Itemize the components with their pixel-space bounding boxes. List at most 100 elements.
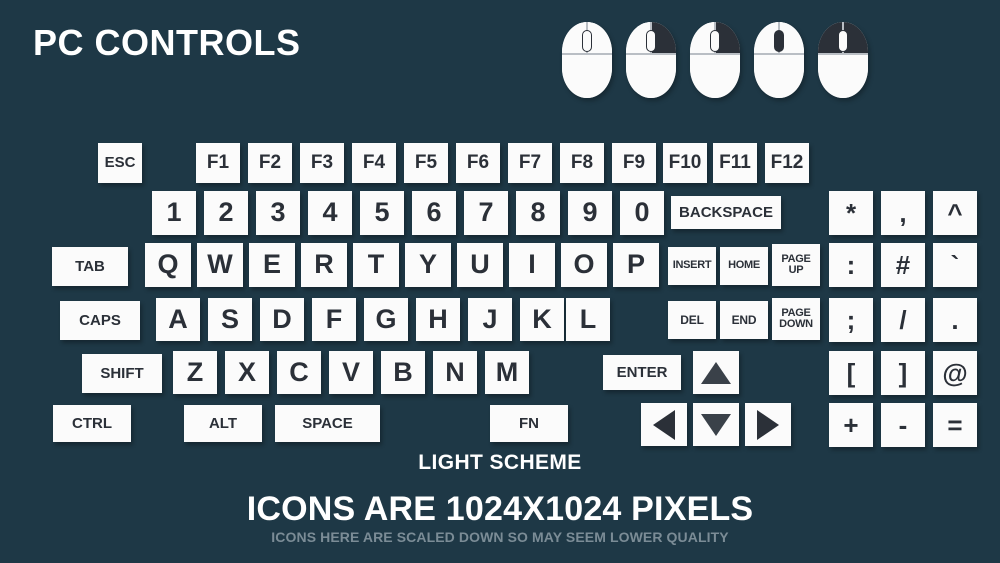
key-z[interactable]: Z bbox=[173, 351, 217, 394]
key-c[interactable]: C bbox=[277, 351, 321, 394]
key-arrow-left[interactable] bbox=[641, 403, 687, 446]
key-f1[interactable]: F1 bbox=[196, 143, 240, 183]
key-label: : bbox=[846, 249, 856, 280]
key-label: 1 bbox=[166, 197, 182, 228]
key-i[interactable]: I bbox=[509, 243, 555, 287]
key-home[interactable]: HOME bbox=[720, 247, 768, 285]
key-caps[interactable]: CAPS bbox=[60, 301, 140, 340]
key-4[interactable]: 4 bbox=[308, 191, 352, 235]
key-backspace[interactable]: BACKSPACE bbox=[671, 196, 781, 229]
key-label: F12 bbox=[770, 152, 804, 174]
key-y[interactable]: Y bbox=[405, 243, 451, 287]
key-2[interactable]: 2 bbox=[204, 191, 248, 235]
key-l[interactable]: L bbox=[566, 298, 610, 341]
key-plus[interactable]: + bbox=[829, 403, 873, 447]
key-arrow-down[interactable] bbox=[693, 403, 739, 446]
key-5[interactable]: 5 bbox=[360, 191, 404, 235]
key-slash[interactable]: / bbox=[881, 298, 925, 342]
key-f7[interactable]: F7 bbox=[508, 143, 552, 183]
key-a[interactable]: A bbox=[156, 298, 200, 341]
key-g[interactable]: G bbox=[364, 298, 408, 341]
key-space[interactable]: SPACE bbox=[275, 405, 380, 442]
key-page-up[interactable]: PAGE UP bbox=[772, 244, 820, 286]
scaling-note: ICONS HERE ARE SCALED DOWN SO MAY SEEM L… bbox=[271, 529, 729, 545]
key-insert[interactable]: INSERT bbox=[668, 247, 716, 285]
key-f9[interactable]: F9 bbox=[612, 143, 656, 183]
key-label: W bbox=[207, 249, 233, 280]
arrow-up-icon bbox=[701, 361, 731, 384]
key-q[interactable]: Q bbox=[145, 243, 191, 287]
key-x[interactable]: X bbox=[225, 351, 269, 394]
key-f10[interactable]: F10 bbox=[663, 143, 707, 183]
key-t[interactable]: T bbox=[353, 243, 399, 287]
key-9[interactable]: 9 bbox=[568, 191, 612, 235]
key-r[interactable]: R bbox=[301, 243, 347, 287]
key-equals[interactable]: = bbox=[933, 403, 977, 447]
key-e[interactable]: E bbox=[249, 243, 295, 287]
key-f2[interactable]: F2 bbox=[248, 143, 292, 183]
key-label: I bbox=[528, 249, 536, 280]
key-esc[interactable]: ESC bbox=[98, 143, 142, 183]
key-period[interactable]: . bbox=[933, 298, 977, 342]
key-fn[interactable]: FN bbox=[490, 405, 568, 442]
key-j[interactable]: J bbox=[468, 298, 512, 341]
key-label: X bbox=[237, 356, 256, 387]
key-d[interactable]: D bbox=[260, 298, 304, 341]
key-label: F8 bbox=[570, 152, 594, 174]
key-o[interactable]: O bbox=[561, 243, 607, 287]
key-m[interactable]: M bbox=[485, 351, 529, 394]
key-arrow-right[interactable] bbox=[745, 403, 791, 446]
key-del[interactable]: DEL bbox=[668, 301, 716, 339]
key-0[interactable]: 0 bbox=[620, 191, 664, 235]
key-backtick[interactable]: ` bbox=[933, 243, 977, 287]
mouse-divider bbox=[690, 53, 740, 55]
key-label: V bbox=[341, 356, 360, 387]
key-f[interactable]: F bbox=[312, 298, 356, 341]
key-s[interactable]: S bbox=[208, 298, 252, 341]
key-label: ` bbox=[950, 249, 960, 280]
key-comma[interactable]: , bbox=[881, 191, 925, 235]
key-b[interactable]: B bbox=[381, 351, 425, 394]
key-caret[interactable]: ^ bbox=[933, 191, 977, 235]
key-hash[interactable]: # bbox=[881, 243, 925, 287]
key-end[interactable]: END bbox=[720, 301, 768, 339]
key-arrow-up[interactable] bbox=[693, 351, 739, 394]
key-minus[interactable]: - bbox=[881, 403, 925, 447]
key-f3[interactable]: F3 bbox=[300, 143, 344, 183]
key-colon[interactable]: : bbox=[829, 243, 873, 287]
key-w[interactable]: W bbox=[197, 243, 243, 287]
key-semicolon[interactable]: ; bbox=[829, 298, 873, 342]
arrow-down-icon bbox=[701, 413, 731, 436]
key-alt[interactable]: ALT bbox=[184, 405, 262, 442]
key-k[interactable]: K bbox=[520, 298, 564, 341]
key-bracket-left[interactable]: [ bbox=[829, 351, 873, 395]
key-1[interactable]: 1 bbox=[152, 191, 196, 235]
key-page-down[interactable]: PAGE DOWN bbox=[772, 298, 820, 340]
key-p[interactable]: P bbox=[613, 243, 659, 287]
key-6[interactable]: 6 bbox=[412, 191, 456, 235]
key-ctrl[interactable]: CTRL bbox=[53, 405, 131, 442]
key-f11[interactable]: F11 bbox=[713, 143, 757, 183]
key-at[interactable]: @ bbox=[933, 351, 977, 395]
key-asterisk[interactable]: * bbox=[829, 191, 873, 235]
key-8[interactable]: 8 bbox=[516, 191, 560, 235]
key-f4[interactable]: F4 bbox=[352, 143, 396, 183]
key-v[interactable]: V bbox=[329, 351, 373, 394]
key-tab[interactable]: TAB bbox=[52, 247, 128, 286]
key-u[interactable]: U bbox=[457, 243, 503, 287]
key-label: / bbox=[899, 304, 907, 335]
key-f8[interactable]: F8 bbox=[560, 143, 604, 183]
key-enter[interactable]: ENTER bbox=[603, 355, 681, 390]
key-n[interactable]: N bbox=[433, 351, 477, 394]
key-shift[interactable]: SHIFT bbox=[82, 354, 162, 393]
key-7[interactable]: 7 bbox=[464, 191, 508, 235]
key-label: SPACE bbox=[302, 414, 353, 432]
key-f12[interactable]: F12 bbox=[765, 143, 809, 183]
key-label: E bbox=[262, 249, 281, 280]
key-3[interactable]: 3 bbox=[256, 191, 300, 235]
key-h[interactable]: H bbox=[416, 298, 460, 341]
key-label: L bbox=[579, 303, 597, 334]
key-f5[interactable]: F5 bbox=[404, 143, 448, 183]
key-bracket-right[interactable]: ] bbox=[881, 351, 925, 395]
key-f6[interactable]: F6 bbox=[456, 143, 500, 183]
